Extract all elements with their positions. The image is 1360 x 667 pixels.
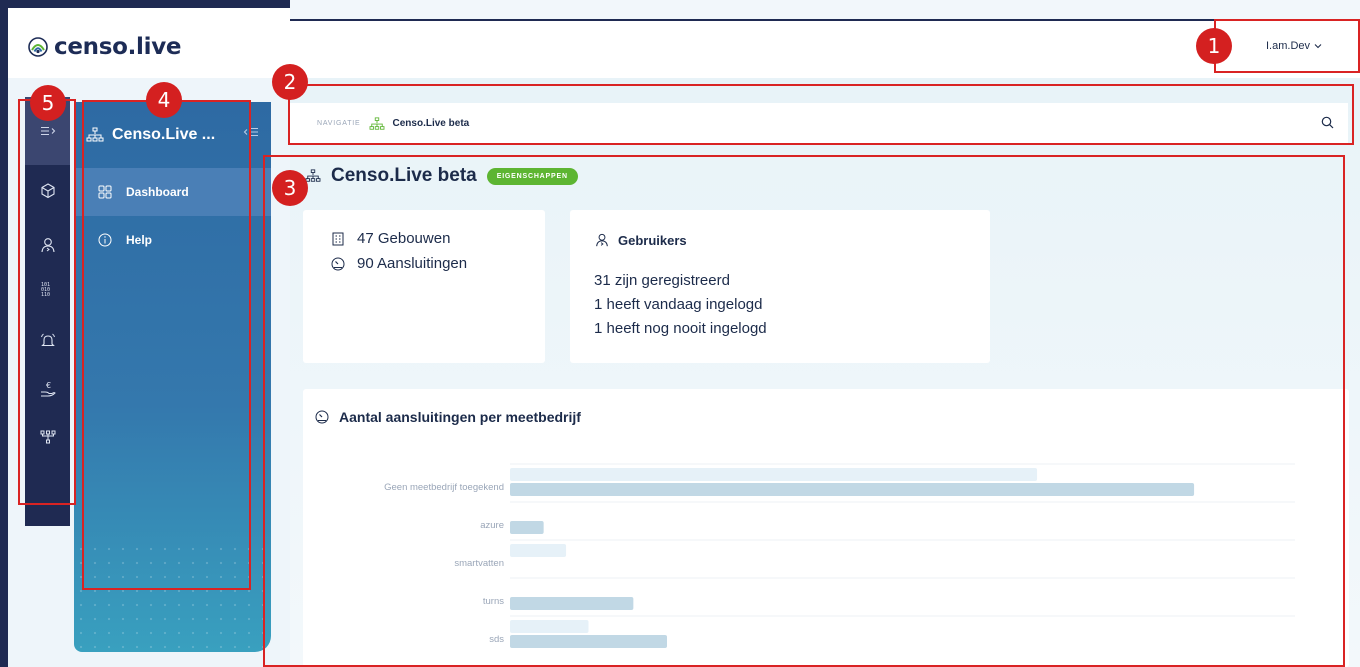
logo-text: censo.live (54, 34, 182, 60)
window-frame-left (0, 0, 8, 667)
annotation-number-5: 5 (30, 85, 66, 121)
logo-mark-icon (28, 37, 48, 57)
annotation-box-1 (1214, 19, 1360, 73)
window-frame-top (0, 0, 290, 8)
app-logo[interactable]: censo.live (28, 34, 182, 60)
annotation-box-2 (288, 84, 1354, 145)
window-frame-top-strip (290, 0, 1360, 20)
annotation-number-3: 3 (272, 170, 308, 206)
annotation-box-5 (18, 99, 76, 505)
window-frame-top-line (290, 19, 1360, 21)
annotation-number-2: 2 (272, 64, 308, 100)
annotation-number-4: 4 (146, 82, 182, 118)
annotation-box-4 (82, 100, 251, 590)
annotation-number-1: 1 (1196, 28, 1232, 64)
annotation-box-3 (263, 155, 1345, 667)
